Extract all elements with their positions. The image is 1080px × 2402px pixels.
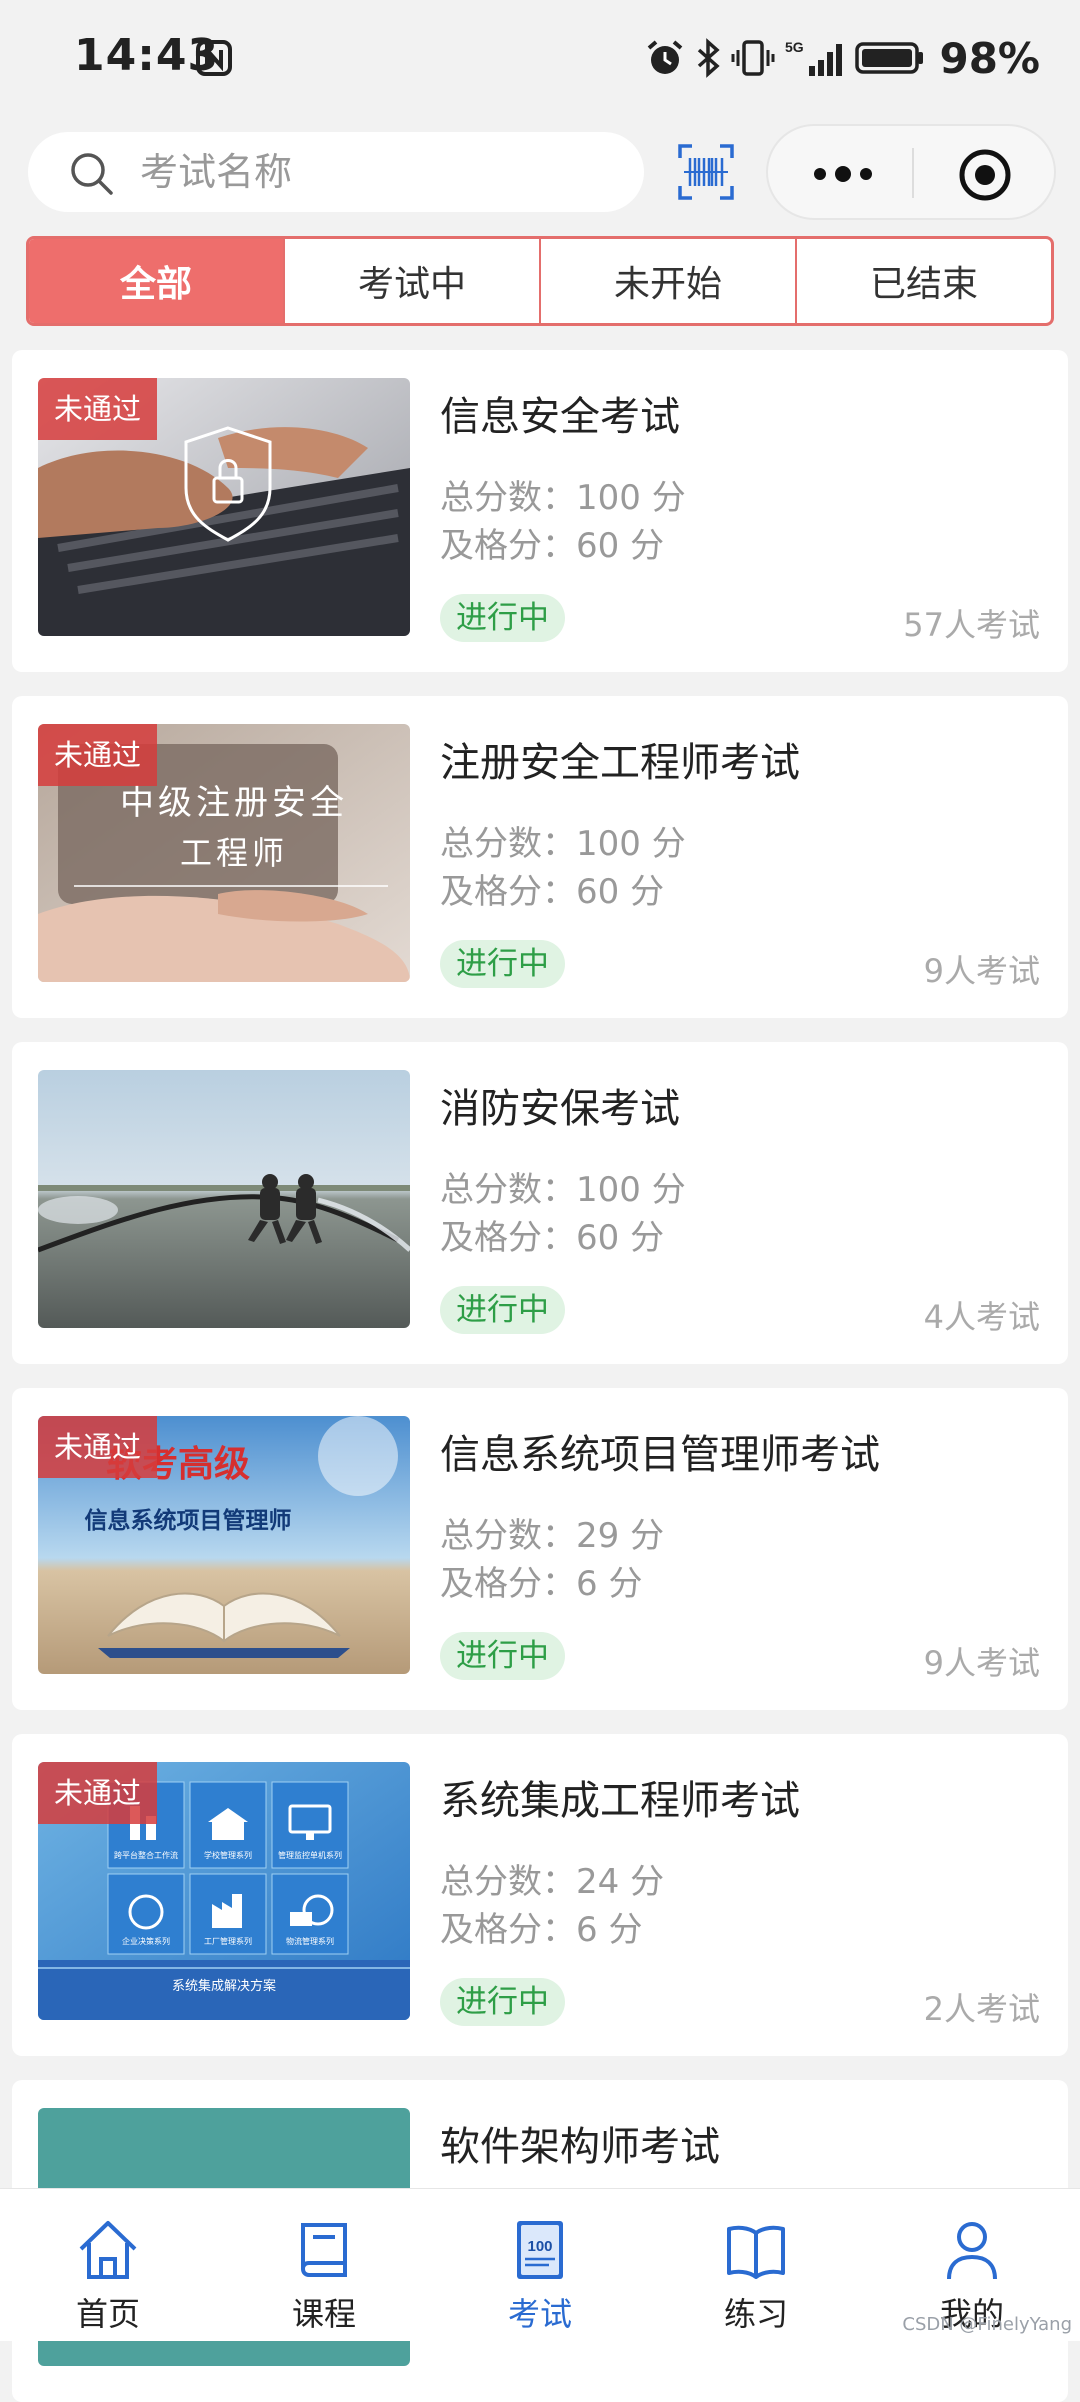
open-book-icon (727, 2225, 785, 2279)
total-score: 总分数：29 分 (440, 1516, 665, 1556)
total-score: 总分数：100 分 (440, 824, 686, 864)
exam-card[interactable]: 消防安保考试 总分数：100 分 及格分：60 分 进行中 4人考试 (12, 1042, 1068, 1364)
fail-badge: 未通过 (38, 1416, 158, 1478)
pass-score: 及格分：6 分 (440, 1564, 643, 1604)
nfc-icon (196, 40, 232, 76)
exam-thumbnail: 未通过 (38, 378, 410, 636)
exam-icon: 100 (517, 2221, 563, 2279)
battery-percent: 98% (939, 33, 1040, 83)
fail-badge: 未通过 (38, 1762, 158, 1824)
exam-thumbnail: 中级注册安全 工程师 未通过 (38, 724, 410, 982)
thumb-text: 工程师 (180, 834, 288, 872)
book-icon (301, 2223, 347, 2277)
total-score: 总分数：100 分 (440, 478, 686, 518)
thumb-text: 信息系统项目管理师 (85, 1507, 292, 1534)
thumb-text: 管理监控单机系列 (278, 1850, 342, 1860)
mini-program-capsule (766, 124, 1056, 220)
status-badge: 进行中 (440, 594, 565, 642)
bottom-nav: 首页 课程 100 考试 练习 我的 CSDN @FinelyYang (0, 2188, 1080, 2341)
thumb-text: 系统集成解决方案 (172, 1978, 276, 1994)
capsule-divider (912, 148, 914, 198)
thumb-text: 学校管理系列 (204, 1850, 252, 1860)
vibrate-icon (731, 40, 775, 76)
thumb-text: 跨平台整合工作流 (114, 1850, 178, 1860)
total-score: 总分数：100 分 (440, 1170, 686, 1210)
tab-in-progress[interactable]: 考试中 (285, 239, 541, 323)
tab-not-started[interactable]: 未开始 (541, 239, 797, 323)
user-icon (947, 2222, 997, 2280)
exam-title: 消防安保考试 (440, 1086, 680, 1132)
search-bar[interactable] (28, 132, 644, 212)
watermark: CSDN @FinelyYang (902, 2314, 1072, 2335)
thumb-text: 中级注册安全 (120, 783, 348, 823)
exam-title: 信息安全考试 (440, 394, 680, 440)
fail-badge: 未通过 (38, 724, 158, 786)
exam-card[interactable]: 未通过 信息安全考试 总分数：100 分 及格分：60 分 进行中 57人考试 (12, 350, 1068, 672)
thumb-text: 企业决策系列 (122, 1936, 170, 1946)
exam-card[interactable]: 中级注册安全 工程师 未通过 注册安全工程师考试 总分数：100 分 及格分：6… (12, 696, 1068, 1018)
nav-label: 课程 (291, 2295, 356, 2333)
pass-score: 及格分：60 分 (440, 526, 665, 566)
nav-label: 首页 (75, 2295, 140, 2333)
nav-label: 考试 (507, 2295, 572, 2333)
home-icon (79, 2221, 137, 2279)
nav-exam[interactable]: 100 考试 (432, 2189, 648, 2341)
network-type: 5G (785, 39, 804, 55)
thumb-text: 工厂管理系列 (204, 1936, 252, 1946)
participant-count: 4人考试 (923, 1298, 1040, 1336)
status-badge: 进行中 (440, 940, 565, 988)
total-score: 总分数：24 分 (440, 1862, 665, 1902)
nav-home[interactable]: 首页 (0, 2189, 216, 2341)
exam-thumbnail: 跨平台整合工作流 学校管理系列 管理监控单机系列 企业决策系列 工厂管理系列 物… (38, 1762, 410, 2020)
tab-all[interactable]: 全部 (29, 239, 285, 323)
exam-title: 软件架构师考试 (440, 2124, 720, 2170)
nav-label: 练习 (723, 2295, 788, 2333)
filter-tabs: 全部 考试中 未开始 已结束 (26, 236, 1054, 326)
search-icon (71, 153, 113, 195)
barcode-scan-icon[interactable] (678, 144, 734, 200)
exam-title: 系统集成工程师考试 (440, 1778, 800, 1824)
participant-count: 57人考试 (903, 606, 1040, 644)
exam-card[interactable]: 软考高级 信息系统项目管理师 未通过 信息系统项目管理师考试 总分数：29 分 … (12, 1388, 1068, 1710)
participant-count: 2人考试 (923, 1990, 1040, 2028)
search-input[interactable] (140, 132, 620, 212)
tab-ended[interactable]: 已结束 (797, 239, 1051, 323)
fail-badge: 未通过 (38, 378, 158, 440)
more-icon[interactable] (808, 154, 878, 194)
nav-courses[interactable]: 课程 (216, 2189, 432, 2341)
exam-thumbnail (38, 1070, 410, 1328)
status-badge: 进行中 (440, 1632, 565, 1680)
exam-title: 注册安全工程师考试 (440, 740, 800, 786)
firefighter-image (38, 1070, 410, 1328)
signal-icon: 5G (785, 39, 843, 76)
exam-title: 信息系统项目管理师考试 (440, 1432, 880, 1478)
status-icons: 5G 98% (645, 33, 1040, 83)
status-badge: 进行中 (440, 1286, 565, 1334)
alarm-icon (648, 40, 683, 74)
bluetooth-icon (698, 38, 721, 78)
battery-icon (855, 42, 924, 74)
exam-thumbnail: 软考高级 信息系统项目管理师 未通过 (38, 1416, 410, 1674)
status-badge: 进行中 (440, 1978, 565, 2026)
pass-score: 及格分：60 分 (440, 1218, 665, 1258)
participant-count: 9人考试 (923, 952, 1040, 990)
nav-practice[interactable]: 练习 (648, 2189, 864, 2341)
close-miniprogram-icon[interactable] (958, 148, 1012, 202)
pass-score: 及格分：60 分 (440, 872, 665, 912)
exam-card[interactable]: 跨平台整合工作流 学校管理系列 管理监控单机系列 企业决策系列 工厂管理系列 物… (12, 1734, 1068, 2056)
status-bar: 14:43 5G 98% (0, 0, 1080, 120)
pass-score: 及格分：6 分 (440, 1910, 643, 1950)
exam-icon-score: 100 (527, 2238, 552, 2255)
thumb-text: 物流管理系列 (286, 1936, 334, 1946)
participant-count: 9人考试 (923, 1644, 1040, 1682)
